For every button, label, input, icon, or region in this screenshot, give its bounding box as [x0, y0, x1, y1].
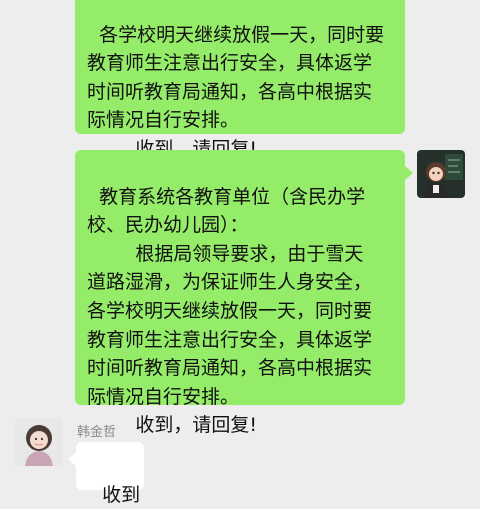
message-text: 教育系统各教育单位（含民办学 校、民办幼儿园）： 根据局领导要求，由于雪天 道路… [87, 185, 373, 437]
sender-avatar[interactable] [15, 418, 63, 466]
message-text: 收到 [102, 483, 141, 506]
bubble-tail [405, 166, 413, 180]
message-text: 各学校明天继续放假一天，同时要 教育师生注意出行安全，具体返学 时间听教育局通知… [87, 23, 385, 160]
avatar-picture [15, 418, 63, 466]
message-bubble-outgoing[interactable]: 教育系统各教育单位（含民办学 校、民办幼儿园）： 根据局领导要求，由于雪天 道路… [75, 150, 405, 436]
bubble-tail [68, 452, 76, 466]
sender-name: 韩金哲 [77, 425, 117, 440]
avatar-picture [417, 150, 465, 198]
own-avatar[interactable] [417, 150, 465, 198]
message-bubble-incoming[interactable]: 收到 [76, 442, 144, 506]
message-bubble-outgoing[interactable]: 各学校明天继续放假一天，同时要 教育师生注意出行安全，具体返学 时间听教育局通知… [75, 0, 405, 160]
